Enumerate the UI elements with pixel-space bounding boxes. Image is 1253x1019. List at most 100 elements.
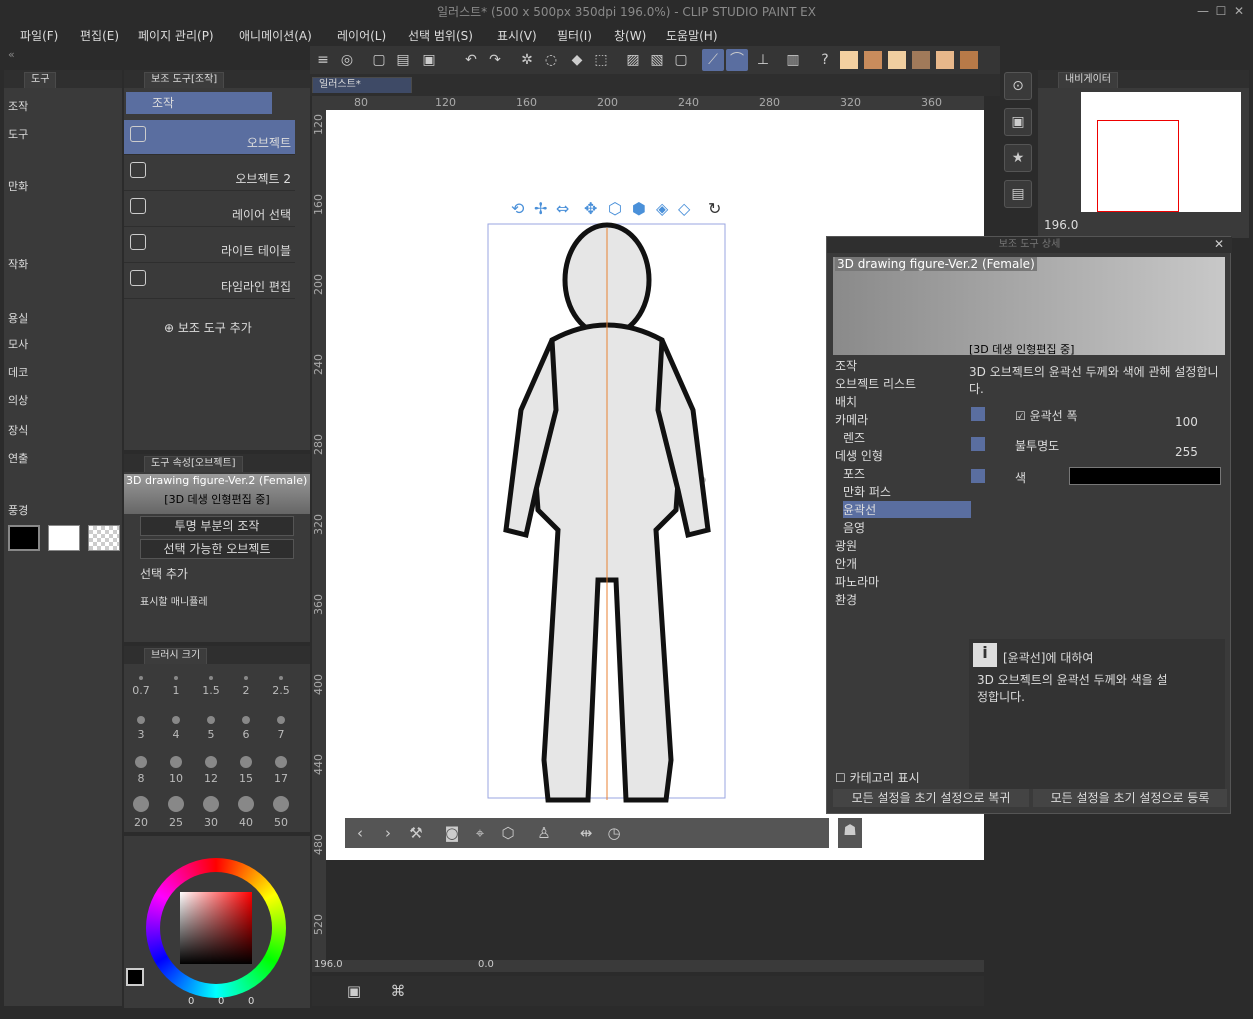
close-icon[interactable]: ✕ xyxy=(1232,4,1246,18)
pose-reset-icon[interactable]: ◷ xyxy=(602,821,626,845)
tool-category[interactable]: 의상 xyxy=(8,392,28,408)
brush-size-option[interactable]: 10 xyxy=(161,756,191,785)
minimize-icon[interactable]: — xyxy=(1196,4,1210,18)
device-icon[interactable]: ▥ xyxy=(782,49,804,71)
tool-category[interactable]: 용실 xyxy=(8,310,28,326)
brush-size-option[interactable]: 15 xyxy=(231,756,261,785)
snap2-icon[interactable]: ▧ xyxy=(646,49,668,71)
brush-size-option[interactable]: 7 xyxy=(266,716,296,741)
swatch-4[interactable] xyxy=(912,51,930,69)
settings-icon[interactable]: ✲ xyxy=(516,49,538,71)
brush-size-option[interactable]: 17 xyxy=(266,756,296,785)
focus-icon[interactable]: ⌖ xyxy=(468,821,492,845)
panel-b-icon[interactable]: ▤ xyxy=(1004,180,1032,208)
camera-icon[interactable]: ◙ xyxy=(440,821,464,845)
detail-category[interactable]: 음영 xyxy=(843,519,971,536)
menu-edit[interactable]: 편집(E) xyxy=(80,27,119,44)
swatch-6[interactable] xyxy=(960,51,978,69)
menu-selection[interactable]: 선택 범위(S) xyxy=(408,27,473,44)
save-icon[interactable]: ▣ xyxy=(418,49,440,71)
tab-subtool[interactable]: 보조 도구[조작] xyxy=(144,72,225,88)
app-icon[interactable]: ◎ xyxy=(336,49,358,71)
menu-view[interactable]: 표시(V) xyxy=(497,27,537,44)
eye-icon[interactable] xyxy=(971,469,985,483)
open-icon[interactable]: ▤ xyxy=(392,49,414,71)
snap1-icon[interactable]: ▨ xyxy=(622,49,644,71)
subtool-item[interactable]: 라이트 테이블 xyxy=(124,228,295,263)
subtool-item[interactable]: 타임라인 편집 xyxy=(124,264,295,299)
eye-icon[interactable] xyxy=(971,407,985,421)
brush-size-option[interactable]: 40 xyxy=(231,796,261,829)
selectable-object-dropdown[interactable]: 선택 가능한 오브젝트 xyxy=(140,539,294,559)
undo-icon[interactable]: ↶ xyxy=(460,49,482,71)
tool-category[interactable]: 작화 xyxy=(8,256,28,272)
grid-snap-icon[interactable]: ⊥ xyxy=(752,49,774,71)
detail-category[interactable]: 만화 퍼스 xyxy=(843,483,971,500)
show-category-checkbox[interactable]: ☐ 카테고리 표시 xyxy=(835,769,920,786)
swatch-2[interactable] xyxy=(864,51,882,69)
tab-brush-size[interactable]: 브러시 크기 xyxy=(144,648,208,664)
prev-icon[interactable]: ‹ xyxy=(348,821,372,845)
reset-all-button[interactable]: 모든 설정을 초기 설정으로 복귀 xyxy=(833,789,1029,807)
brush-size-option[interactable]: 12 xyxy=(196,756,226,785)
brush-size-option[interactable]: 2.5 xyxy=(266,676,296,697)
detail-category[interactable]: 광원 xyxy=(835,537,963,554)
frame-icon[interactable]: ⌘ xyxy=(386,979,410,1003)
layout-icon[interactable]: ▣ xyxy=(342,979,366,1003)
brush-size-option[interactable]: 1.5 xyxy=(196,676,226,697)
transparent-op-dropdown[interactable]: 투명 부분의 조작 xyxy=(140,516,294,536)
tool-category[interactable]: 도구 xyxy=(8,126,28,142)
outline-width-value[interactable]: 100 xyxy=(1175,415,1198,429)
brush-size-option[interactable]: 30 xyxy=(196,796,226,829)
menu-icon[interactable]: ≡ xyxy=(312,49,334,71)
subtool-item[interactable]: 오브젝트 2 xyxy=(124,156,295,191)
tab-navigator[interactable]: 내비게이터 xyxy=(1058,72,1118,88)
maximize-icon[interactable]: ☐ xyxy=(1214,4,1228,18)
outline-color-swatch[interactable] xyxy=(1069,467,1221,485)
brush-size-option[interactable]: 8 xyxy=(126,756,156,785)
pose-library-icon[interactable]: ☗ xyxy=(838,818,862,848)
tool-category[interactable]: 연출 xyxy=(8,450,28,466)
panel-a-icon[interactable]: ▣ xyxy=(1004,108,1032,136)
detail-category[interactable]: 렌즈 xyxy=(843,429,971,446)
brush-size-option[interactable]: 2 xyxy=(231,676,261,697)
brush-size-option[interactable]: 4 xyxy=(161,716,191,741)
help-icon[interactable]: ? xyxy=(814,49,836,71)
brush-size-option[interactable]: 6 xyxy=(231,716,261,741)
redo-icon[interactable]: ↷ xyxy=(484,49,506,71)
flip-icon[interactable]: ⇹ xyxy=(574,821,598,845)
detail-category[interactable]: 데생 인형 xyxy=(835,447,963,464)
main-color[interactable] xyxy=(8,525,40,551)
detail-category[interactable]: 오브젝트 리스트 xyxy=(835,375,963,392)
wrench-icon[interactable]: ⚒ xyxy=(404,821,428,845)
menu-window[interactable]: 창(W) xyxy=(614,27,646,44)
menu-animation[interactable]: 애니메이션(A) xyxy=(239,27,312,44)
tool-category[interactable]: 데코 xyxy=(8,364,28,380)
detail-category[interactable]: 배치 xyxy=(835,393,963,410)
swatch-3[interactable] xyxy=(888,51,906,69)
ruler-snap-icon[interactable]: ⟋ xyxy=(702,49,724,71)
tab-tool-property[interactable]: 도구 속성[오브젝트] xyxy=(144,456,243,472)
subtool-group[interactable]: 조작 xyxy=(126,92,272,114)
new-file-icon[interactable]: ▢ xyxy=(368,49,390,71)
subtool-item[interactable]: 레이어 선택 xyxy=(124,192,295,227)
add-subtool-button[interactable]: ⊕ 보조 도구 추가 xyxy=(164,319,252,336)
figure-icon[interactable]: ♙ xyxy=(532,821,556,845)
outline-width-checkbox[interactable]: ☑ 윤곽선 폭 xyxy=(1015,407,1078,424)
saturation-box[interactable] xyxy=(180,892,252,964)
transparent-color[interactable] xyxy=(88,525,120,551)
menu-filter[interactable]: 필터(I) xyxy=(557,27,592,44)
menu-page[interactable]: 페이지 관리(P) xyxy=(138,27,214,44)
tool-category[interactable]: 장식 xyxy=(8,422,28,438)
panel-star-icon[interactable]: ★ xyxy=(1004,144,1032,172)
brush-size-option[interactable]: 0.7 xyxy=(126,676,156,697)
brush-size-option[interactable]: 3 xyxy=(126,716,156,741)
clear-icon[interactable]: ◌ xyxy=(540,49,562,71)
detail-category[interactable]: 포즈 xyxy=(843,465,971,482)
tool-category[interactable]: 모사 xyxy=(8,336,28,352)
menu-layer[interactable]: 레이어(L) xyxy=(337,27,386,44)
special-ruler-icon[interactable]: ⌒ xyxy=(726,49,748,71)
menu-file[interactable]: 파일(F) xyxy=(20,27,58,44)
brush-size-option[interactable]: 5 xyxy=(196,716,226,741)
register-all-button[interactable]: 모든 설정을 초기 설정으로 등록 xyxy=(1033,789,1227,807)
